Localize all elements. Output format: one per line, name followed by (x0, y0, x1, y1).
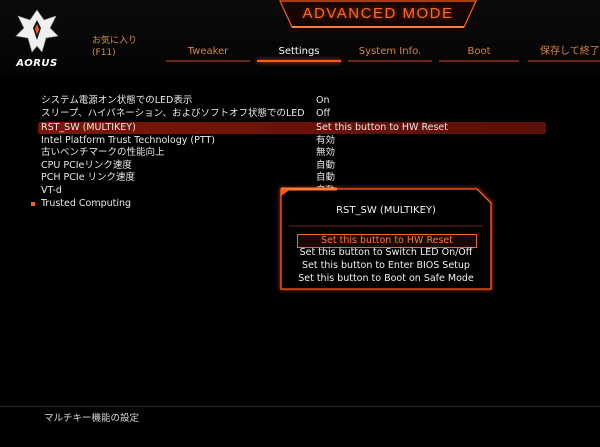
mode-title: ADVANCED MODE (302, 5, 454, 22)
header: AORUS ADVANCED MODE お気に入り (F11) Tweaker … (0, 0, 600, 75)
submenu-bullet-icon (31, 202, 35, 206)
setting-row[interactable]: Intel Platform Trust Technology (PTT) 有効 (38, 135, 546, 147)
setting-value: 無効 (316, 147, 336, 158)
setting-row[interactable]: CPU PCIeリンク速度 自動 (38, 160, 546, 172)
mode-banner: ADVANCED MODE (278, 0, 478, 30)
tab-settings[interactable]: Settings (257, 44, 341, 62)
setting-row[interactable]: システム電源オン状態でのLED表示 On (38, 95, 546, 107)
setting-value: 自動 (316, 172, 336, 183)
setting-value: Off (316, 108, 331, 119)
setting-label: システム電源オン状態でのLED表示 (41, 95, 193, 106)
popup-option[interactable]: Set this button to Enter BIOS Setup (287, 260, 485, 272)
help-text: マルチキー機能の設定 (44, 413, 140, 424)
setting-row[interactable]: PCH PCIe リンク速度 自動 (38, 172, 546, 184)
setting-value: 有効 (316, 135, 336, 146)
setting-value: Set this button to HW Reset (316, 122, 448, 133)
footer-divider (0, 406, 600, 407)
setting-label: PCH PCIe リンク速度 (41, 172, 136, 183)
popup-option[interactable]: Set this button to Switch LED On/Off (287, 247, 485, 259)
popup-option[interactable]: Set this button to Boot on Safe Mode (287, 273, 485, 285)
setting-label: CPU PCIeリンク速度 (41, 160, 132, 171)
tab-save-exit[interactable]: 保存して終了 (528, 44, 600, 62)
setting-row[interactable]: 古いベンチマークの性能向上 無効 (38, 147, 546, 159)
setting-value: 自動 (316, 160, 336, 171)
setting-label: スリープ、ハイバネーション、およびソフトオフ状態でのLED (41, 108, 305, 119)
setting-label: Trusted Computing (41, 198, 132, 209)
setting-label: 古いベンチマークの性能向上 (41, 147, 165, 158)
option-popup: RST_SW (MULTIKEY) Set this button to HW … (277, 185, 495, 293)
tab-bar: Tweaker Settings System Info. Boot 保存して終… (0, 44, 600, 66)
setting-label: VT-d (41, 185, 62, 196)
tab-boot[interactable]: Boot (439, 44, 519, 62)
setting-label: Intel Platform Trust Technology (PTT) (41, 135, 215, 146)
popup-title: RST_SW (MULTIKEY) (336, 205, 436, 216)
popup-option-selected[interactable]: Set this button to HW Reset (297, 234, 477, 248)
setting-row-selected[interactable]: RST_SW (MULTIKEY) Set this button to HW … (38, 122, 546, 134)
tab-system-info[interactable]: System Info. (348, 44, 432, 62)
setting-value: On (316, 95, 330, 106)
tab-tweaker[interactable]: Tweaker (166, 44, 250, 62)
setting-row[interactable]: スリープ、ハイバネーション、およびソフトオフ状態でのLED Off (38, 108, 546, 120)
setting-label: RST_SW (MULTIKEY) (41, 122, 136, 133)
